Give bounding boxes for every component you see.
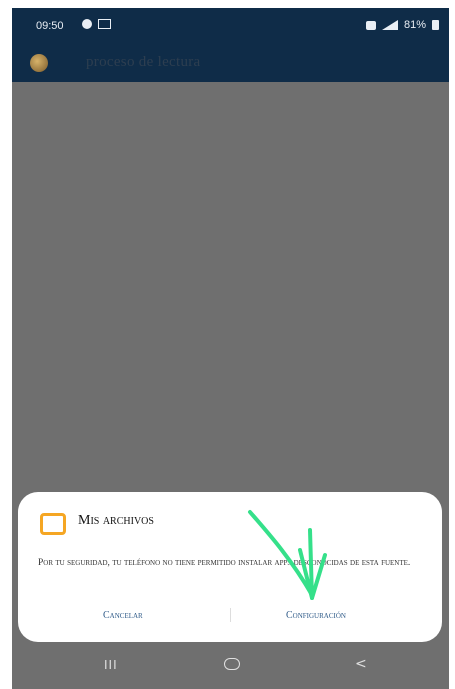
status-bar: 09:50 81% bbox=[12, 8, 449, 44]
app-avatar bbox=[30, 54, 48, 72]
status-right-icons: 81% bbox=[365, 19, 439, 31]
battery-icon bbox=[432, 20, 439, 30]
back-button[interactable]: < bbox=[355, 656, 367, 672]
unknown-sources-dialog: Mis archivos Por tu seguridad, tu teléfo… bbox=[18, 492, 442, 642]
folder-icon bbox=[40, 513, 66, 535]
battery-percentage: 81% bbox=[403, 19, 426, 31]
image-notification-icon bbox=[98, 19, 111, 29]
button-divider bbox=[230, 608, 231, 622]
navigation-bar: III < bbox=[12, 642, 449, 689]
app-title: proceso de lectura bbox=[86, 54, 201, 70]
recent-apps-button[interactable]: III bbox=[104, 658, 118, 672]
status-notification-icons bbox=[82, 19, 111, 29]
app-bar: proceso de lectura bbox=[12, 44, 449, 82]
home-button[interactable] bbox=[224, 658, 240, 670]
cancel-button[interactable]: Cancelar bbox=[103, 610, 143, 621]
status-time: 09:50 bbox=[36, 20, 64, 32]
signal-icon bbox=[381, 20, 398, 30]
dialog-message: Por tu seguridad, tu teléfono no tiene p… bbox=[38, 558, 411, 568]
phone-screen: 09:50 81% proceso de lectura Mis archivo… bbox=[12, 8, 449, 689]
dialog-title: Mis archivos bbox=[78, 513, 154, 528]
settings-button[interactable]: Configuración bbox=[286, 610, 346, 621]
notification-dot-icon bbox=[82, 19, 92, 29]
mute-icon bbox=[365, 20, 376, 30]
